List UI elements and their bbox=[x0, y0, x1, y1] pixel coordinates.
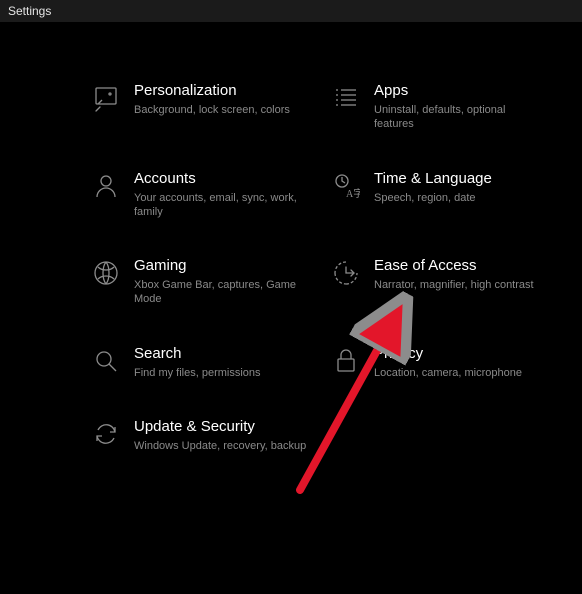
tile-title: Gaming bbox=[134, 257, 312, 275]
tile-sub: Background, lock screen, colors bbox=[134, 103, 290, 117]
tile-search[interactable]: Search Find my files, permissions bbox=[86, 345, 326, 380]
gaming-icon bbox=[86, 257, 126, 287]
time-language-icon: A字 bbox=[326, 170, 366, 200]
tile-title: Personalization bbox=[134, 82, 290, 100]
window-title: Settings bbox=[8, 4, 51, 18]
accounts-icon bbox=[86, 170, 126, 200]
tile-title: Ease of Access bbox=[374, 257, 534, 275]
tile-sub: Windows Update, recovery, backup bbox=[134, 439, 306, 453]
tile-sub: Your accounts, email, sync, work, family bbox=[134, 191, 312, 220]
title-bar: Settings bbox=[0, 0, 582, 22]
update-security-icon bbox=[86, 418, 126, 448]
tile-apps[interactable]: Apps Uninstall, defaults, optional featu… bbox=[326, 82, 556, 132]
settings-grid: Personalization Background, lock screen,… bbox=[0, 82, 582, 491]
tile-sub: Xbox Game Bar, captures, Game Mode bbox=[134, 278, 312, 307]
tile-sub: Uninstall, defaults, optional features bbox=[374, 103, 542, 132]
tile-sub: Location, camera, microphone bbox=[374, 366, 522, 380]
tile-ease-of-access[interactable]: Ease of Access Narrator, magnifier, high… bbox=[326, 257, 556, 307]
tile-sub: Speech, region, date bbox=[374, 191, 492, 205]
personalization-icon bbox=[86, 82, 126, 112]
ease-of-access-icon bbox=[326, 257, 366, 287]
tile-title: Time & Language bbox=[374, 170, 492, 188]
tile-time-language[interactable]: A字 Time & Language Speech, region, date bbox=[326, 170, 556, 220]
tile-title: Accounts bbox=[134, 170, 312, 188]
settings-content: Personalization Background, lock screen,… bbox=[0, 22, 582, 491]
tile-accounts[interactable]: Accounts Your accounts, email, sync, wor… bbox=[86, 170, 326, 220]
tile-title: Search bbox=[134, 345, 261, 363]
tile-update-security[interactable]: Update & Security Windows Update, recove… bbox=[86, 418, 326, 453]
tile-personalization[interactable]: Personalization Background, lock screen,… bbox=[86, 82, 326, 132]
tile-gaming[interactable]: Gaming Xbox Game Bar, captures, Game Mod… bbox=[86, 257, 326, 307]
tile-title: Privacy bbox=[374, 345, 522, 363]
tile-title: Update & Security bbox=[134, 418, 306, 436]
tile-title: Apps bbox=[374, 82, 542, 100]
svg-text:A字: A字 bbox=[346, 187, 360, 200]
search-icon bbox=[86, 345, 126, 375]
tile-privacy[interactable]: Privacy Location, camera, microphone bbox=[326, 345, 556, 380]
privacy-icon bbox=[326, 345, 366, 375]
apps-icon bbox=[326, 82, 366, 112]
tile-sub: Find my files, permissions bbox=[134, 366, 261, 380]
tile-sub: Narrator, magnifier, high contrast bbox=[374, 278, 534, 292]
